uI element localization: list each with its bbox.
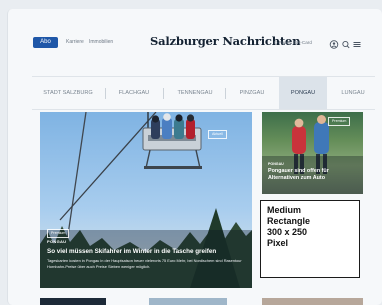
aktuell-badge: Aktuell <box>208 130 227 139</box>
tab-divider <box>163 88 164 99</box>
hero-kicker: PONGAU <box>47 239 67 244</box>
ad-placeholder[interactable]: Medium Rectangle 300 x 250 Pixel <box>260 200 360 278</box>
teaser-thumbnail[interactable] <box>149 298 227 305</box>
tab-flachgau[interactable]: FLACHGAU <box>109 77 159 109</box>
tab-pongau[interactable]: PONGAU <box>279 77 327 109</box>
user-icon[interactable] <box>329 37 339 49</box>
tab-lungau[interactable]: LUNGAU <box>333 77 373 109</box>
teaser-thumbnail[interactable] <box>40 298 106 305</box>
abo-button[interactable]: Abo <box>33 37 58 48</box>
ad-placeholder-text: Medium Rectangle 300 x 250 Pixel <box>267 205 311 248</box>
hero-article[interactable]: Aktuell Premium PONGAU So viel müssen Sk… <box>40 112 252 288</box>
side-premium-badge: Premium <box>328 117 351 126</box>
side-headline[interactable]: Pongauer sind offen für Alternativen zum… <box>268 168 360 182</box>
tab-stadt-salzburg[interactable]: STADT SALZBURG <box>35 77 101 109</box>
premium-badge: Premium <box>47 229 70 238</box>
site-header: Abo Karriere Immobilien Salzburger Nachr… <box>8 9 382 65</box>
sncard-link[interactable]: SN-Card <box>294 37 312 48</box>
side-kicker: PONGAU <box>268 162 284 166</box>
hero-headline[interactable]: So viel müssen Skifahrer im Winter in di… <box>47 248 243 256</box>
karriere-link[interactable]: Karriere <box>66 37 84 48</box>
epaper-link[interactable]: E-Paper <box>274 37 291 48</box>
teaser-thumbnail[interactable] <box>262 298 363 305</box>
news-page: Abo Karriere Immobilien Salzburger Nachr… <box>7 9 382 305</box>
tab-divider <box>225 88 226 99</box>
side-article[interactable]: Premium PONGAU Pongauer sind offen für A… <box>262 112 363 194</box>
tab-divider <box>105 88 106 99</box>
hero-teaser: Tageskarten kosten in Pongau in der Haup… <box>47 258 242 269</box>
search-icon[interactable] <box>341 37 351 49</box>
region-nav: STADT SALZBURG FLACHGAU TENNENGAU PINZGA… <box>32 76 375 110</box>
tab-pinzgau[interactable]: PINZGAU <box>229 77 275 109</box>
immobilien-link[interactable]: Immobilien <box>89 37 113 48</box>
menu-icon[interactable] <box>352 37 362 48</box>
tab-tennengau[interactable]: TENNENGAU <box>167 77 223 109</box>
